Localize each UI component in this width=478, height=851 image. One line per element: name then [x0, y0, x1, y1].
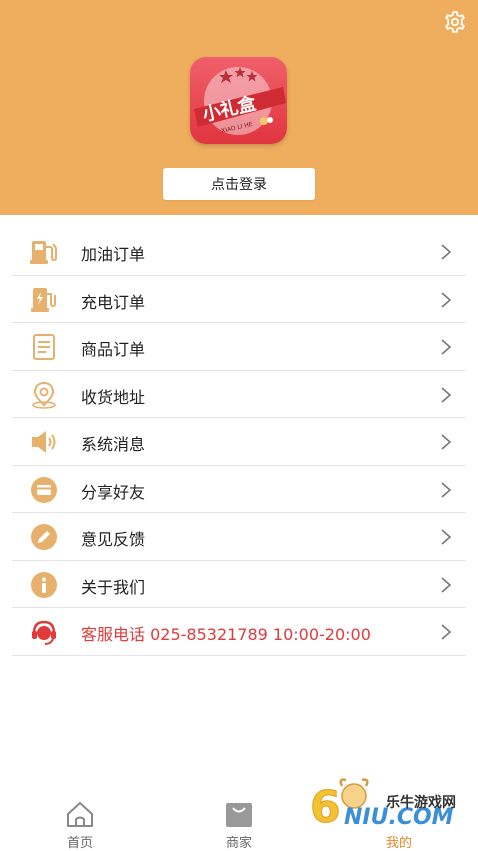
shopping-bag-icon	[224, 800, 254, 828]
gear-icon[interactable]	[443, 10, 467, 34]
chevron-right-icon	[441, 339, 452, 355]
menu-item-share-friends[interactable]: 分享好友	[12, 466, 466, 513]
menu-item-label: 系统消息	[81, 435, 146, 454]
profile-header: 小礼盒 XIAO LI HE 点击登录	[0, 0, 478, 215]
settings-button[interactable]	[443, 10, 467, 34]
menu-item-label: 关于我们	[81, 577, 146, 597]
menu-item-label: 意见反馈	[81, 530, 146, 549]
svg-text:6: 6	[310, 782, 341, 832]
tab-label: 我的	[385, 836, 412, 851]
fuel-pump-icon	[29, 238, 59, 266]
tab-merchants[interactable]: 商家	[179, 790, 299, 851]
tab-label: 商家	[225, 836, 252, 851]
app-logo: 小礼盒 XIAO LI HE	[190, 57, 287, 144]
chevron-right-icon	[441, 576, 452, 593]
menu-item-label: 充电订单	[81, 292, 146, 312]
menu-item-label: 加油订单	[81, 245, 146, 264]
tab-label: 首页	[66, 836, 93, 851]
chevron-right-icon	[441, 529, 452, 545]
menu-item-shipping-address[interactable]: 收货地址	[12, 371, 466, 418]
chevron-right-icon	[441, 386, 452, 403]
watermark-text: 乐牛游戏网	[386, 795, 456, 811]
location-pin-icon	[29, 381, 59, 409]
menu-item-feedback[interactable]: 意见反馈	[12, 513, 466, 561]
menu-item-label: 收货地址	[81, 387, 146, 407]
chevron-right-icon	[441, 624, 452, 640]
menu-list: 加油订单 充电订单 商品订单 收货地址 系统消息 分享好友 意见反馈 关于我们 …	[0, 228, 478, 656]
charging-station-icon	[29, 286, 59, 314]
tab-home[interactable]: 首页	[20, 790, 140, 851]
menu-item-system-messages[interactable]: 系统消息	[12, 418, 466, 466]
watermark: 6 NIU.COM 乐牛游戏网	[308, 770, 473, 834]
menu-item-label: 商品订单	[81, 340, 146, 359]
home-icon	[65, 800, 95, 828]
speaker-icon	[29, 428, 59, 456]
headset-icon	[29, 618, 59, 646]
menu-item-fuel-orders[interactable]: 加油订单	[12, 228, 466, 276]
chevron-right-icon	[441, 244, 452, 260]
chevron-right-icon	[441, 434, 452, 450]
menu-item-charging-orders[interactable]: 充电订单	[12, 276, 466, 323]
chevron-right-icon	[441, 481, 452, 498]
pencil-icon	[29, 523, 59, 551]
menu-item-product-orders[interactable]: 商品订单	[12, 323, 466, 371]
login-button[interactable]: 点击登录	[163, 168, 315, 200]
customer-service-phone: 客服电话 025-85321789 10:00-20:00	[81, 625, 371, 644]
menu-item-customer-service[interactable]: 客服电话 025-85321789 10:00-20:00	[12, 608, 466, 656]
card-icon	[29, 476, 59, 504]
menu-item-about-us[interactable]: 关于我们	[12, 561, 466, 608]
document-icon	[29, 333, 59, 361]
menu-item-label: 分享好友	[81, 482, 146, 502]
info-icon	[29, 571, 59, 599]
chevron-right-icon	[441, 291, 452, 308]
